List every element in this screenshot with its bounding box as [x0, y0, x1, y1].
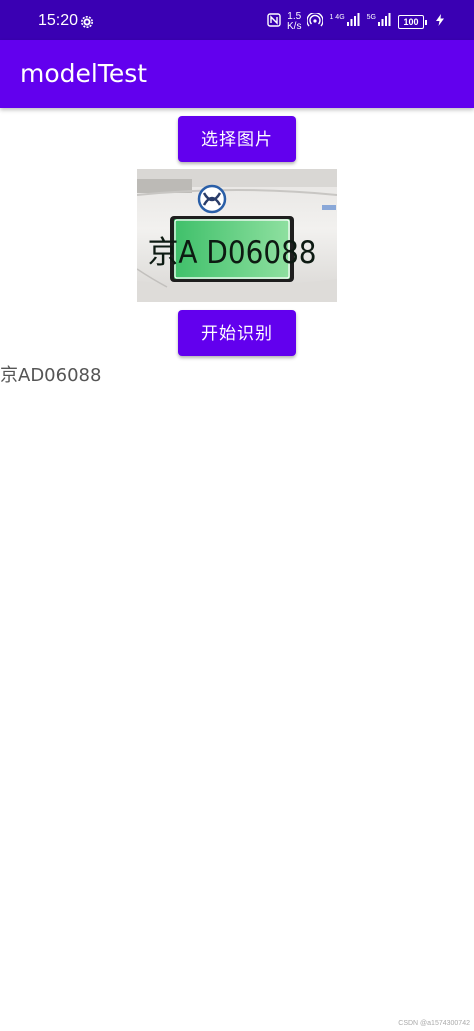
- battery-icon: 100: [398, 15, 427, 29]
- status-time: 15:20: [38, 12, 79, 29]
- app-screen: 15:20 1.5 K/s 1 4G 5G 100 modelTest 选择图片…: [0, 0, 474, 1031]
- app-bar: modelTest: [0, 40, 474, 108]
- status-indicators: 1.5 K/s 1 4G 5G 100: [267, 11, 444, 33]
- car-license-plate-image: 京A D06088: [137, 169, 337, 302]
- battery-tip: [425, 19, 427, 25]
- signal-icon: [346, 13, 361, 31]
- select-image-button[interactable]: 选择图片: [178, 116, 296, 162]
- recognition-result-text: 京AD06088: [0, 365, 102, 386]
- network-type-label: 1 4G: [329, 13, 345, 21]
- network-speed: 1.5 K/s: [287, 12, 301, 32]
- start-recognition-button[interactable]: 开始识别: [178, 310, 296, 356]
- nfc-icon: [267, 12, 281, 32]
- network-type-label-2: 5G: [366, 13, 376, 21]
- signal-icon-2: [378, 13, 392, 31]
- status-bar: 15:20 1.5 K/s 1 4G 5G 100: [0, 0, 474, 40]
- plate-number-text: 京A D06088: [147, 235, 316, 271]
- app-title: modelTest: [20, 59, 148, 88]
- hotspot-icon: [306, 11, 325, 32]
- network-speed-unit: K/s: [287, 21, 302, 32]
- battery-level: 100: [398, 15, 424, 29]
- watermark: CSDN @a1574300742: [398, 1020, 470, 1027]
- charging-bolt-icon: [433, 13, 444, 31]
